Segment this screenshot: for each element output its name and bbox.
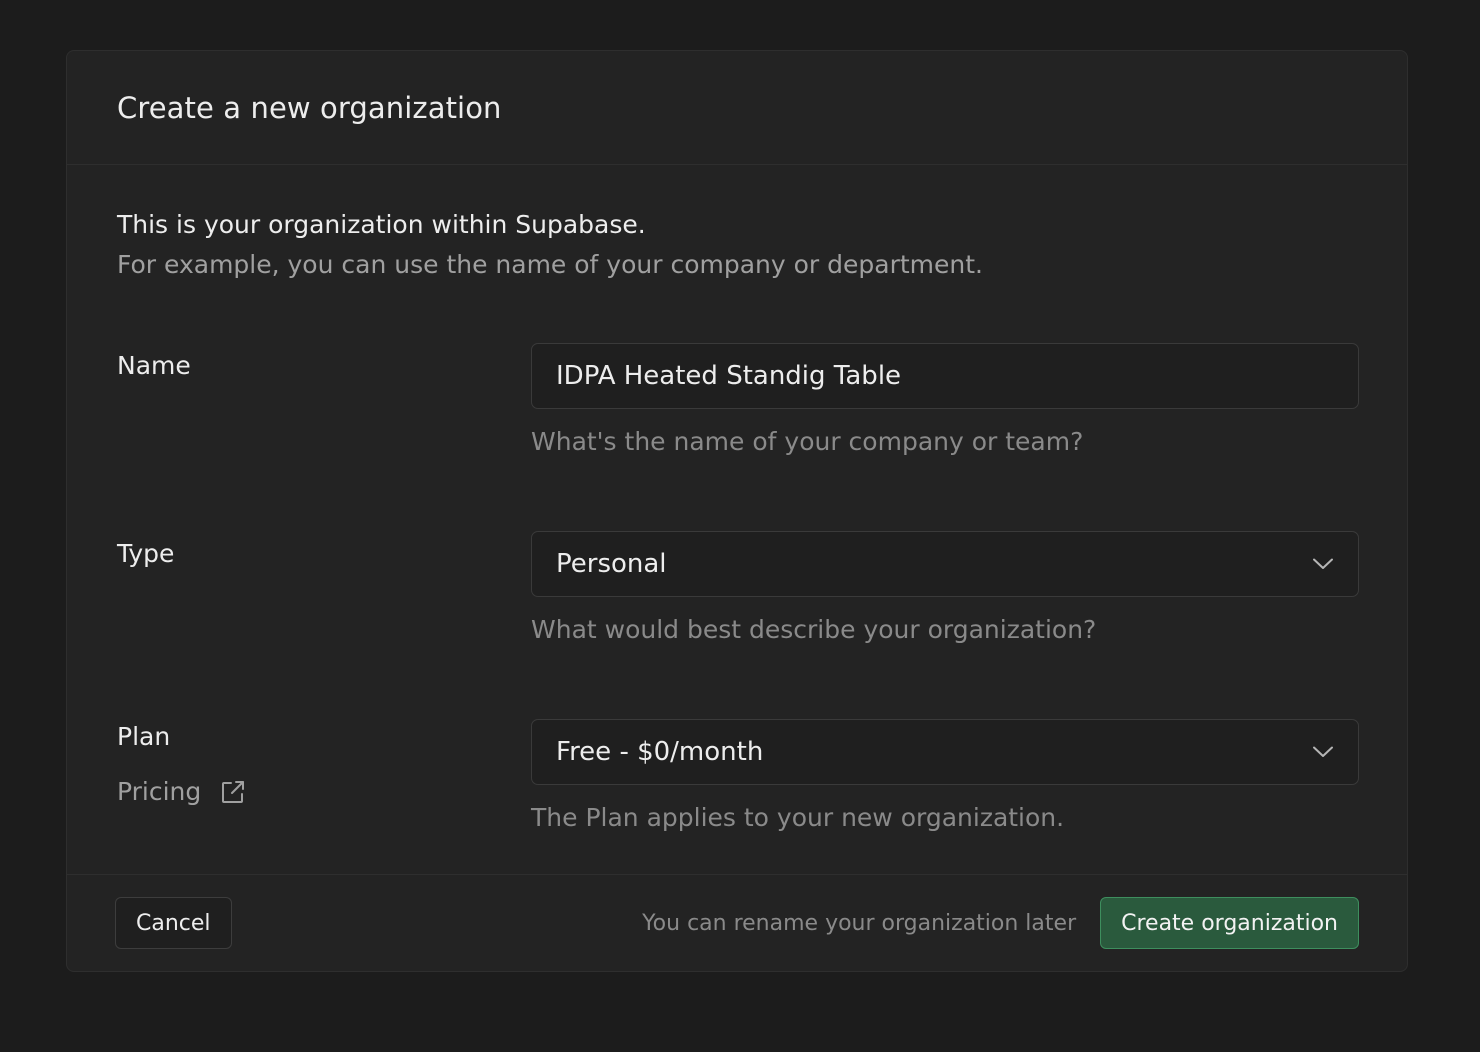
rename-note: You can rename your organization later <box>642 910 1077 936</box>
pricing-link-label: Pricing <box>117 777 202 806</box>
create-organization-button[interactable]: Create organization <box>1100 897 1359 949</box>
type-select-value: Personal <box>556 549 667 579</box>
create-organization-dialog: Create a new organization This is your o… <box>66 50 1408 972</box>
name-input[interactable]: IDPA Heated Standig Table <box>531 343 1359 409</box>
name-label: Name <box>117 351 191 380</box>
name-help-text: What's the name of your company or team? <box>531 427 1084 456</box>
plan-select-value: Free - $0/month <box>556 737 764 767</box>
plan-select[interactable]: Free - $0/month <box>531 719 1359 785</box>
dialog-title: Create a new organization <box>117 90 502 125</box>
name-input-value: IDPA Heated Standig Table <box>556 361 902 391</box>
plan-label: Plan <box>117 722 171 751</box>
chevron-down-icon <box>1312 741 1334 763</box>
dialog-footer: Cancel You can rename your organization … <box>67 874 1407 971</box>
type-label: Type <box>117 539 175 568</box>
intro-text: This is your organization within Supabas… <box>117 205 983 285</box>
dialog-header: Create a new organization <box>67 51 1407 165</box>
plan-help-text: The Plan applies to your new organizatio… <box>531 803 1065 832</box>
footer-actions: You can rename your organization later C… <box>642 897 1359 949</box>
type-select[interactable]: Personal <box>531 531 1359 597</box>
external-link-icon <box>219 778 247 806</box>
type-help-text: What would best describe your organizati… <box>531 615 1097 644</box>
pricing-link[interactable]: Pricing <box>117 777 247 806</box>
intro-line-2: For example, you can use the name of you… <box>117 250 984 279</box>
dialog-body: This is your organization within Supabas… <box>67 165 1407 874</box>
cancel-button[interactable]: Cancel <box>115 897 232 949</box>
intro-line-1: This is your organization within Supabas… <box>117 210 646 239</box>
chevron-down-icon <box>1312 553 1334 575</box>
